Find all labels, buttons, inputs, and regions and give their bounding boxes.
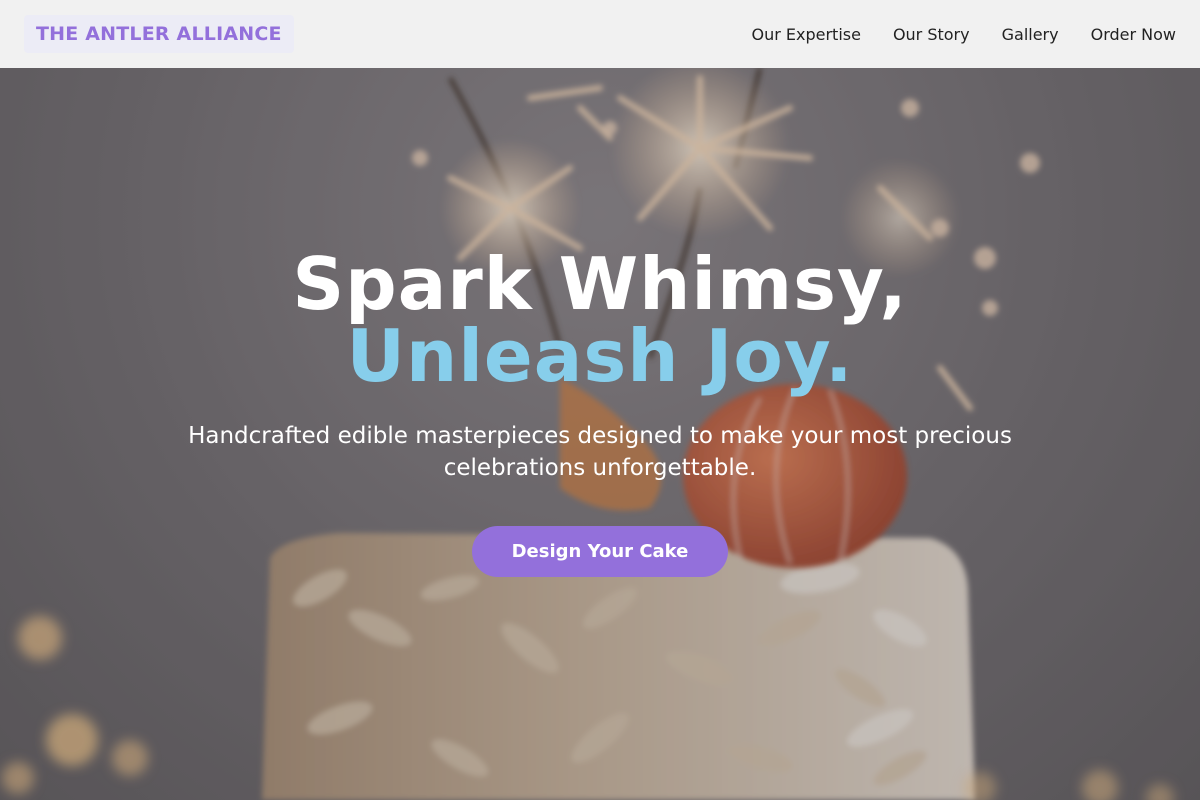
- nav-link-our-expertise[interactable]: Our Expertise: [751, 25, 860, 44]
- hero-content: Spark Whimsy, Unleash Joy. Handcrafted e…: [0, 248, 1200, 577]
- nav-link-order-now[interactable]: Order Now: [1091, 25, 1176, 44]
- design-your-cake-button[interactable]: Design Your Cake: [471, 526, 729, 577]
- nav-links: Our Expertise Our Story Gallery Order No…: [751, 25, 1176, 44]
- hero-section: Spark Whimsy, Unleash Joy. Handcrafted e…: [0, 68, 1200, 800]
- hero-headline: Spark Whimsy,: [292, 242, 908, 326]
- hero-headline-accent: Unleash Joy.: [346, 314, 854, 398]
- nav-link-gallery[interactable]: Gallery: [1002, 25, 1059, 44]
- hero-subtitle: Handcrafted edible masterpieces designed…: [188, 423, 1012, 481]
- nav-link-our-story[interactable]: Our Story: [893, 25, 970, 44]
- navbar: THE ANTLER ALLIANCE Our Expertise Our St…: [0, 0, 1200, 68]
- brand-logo[interactable]: THE ANTLER ALLIANCE: [24, 15, 294, 53]
